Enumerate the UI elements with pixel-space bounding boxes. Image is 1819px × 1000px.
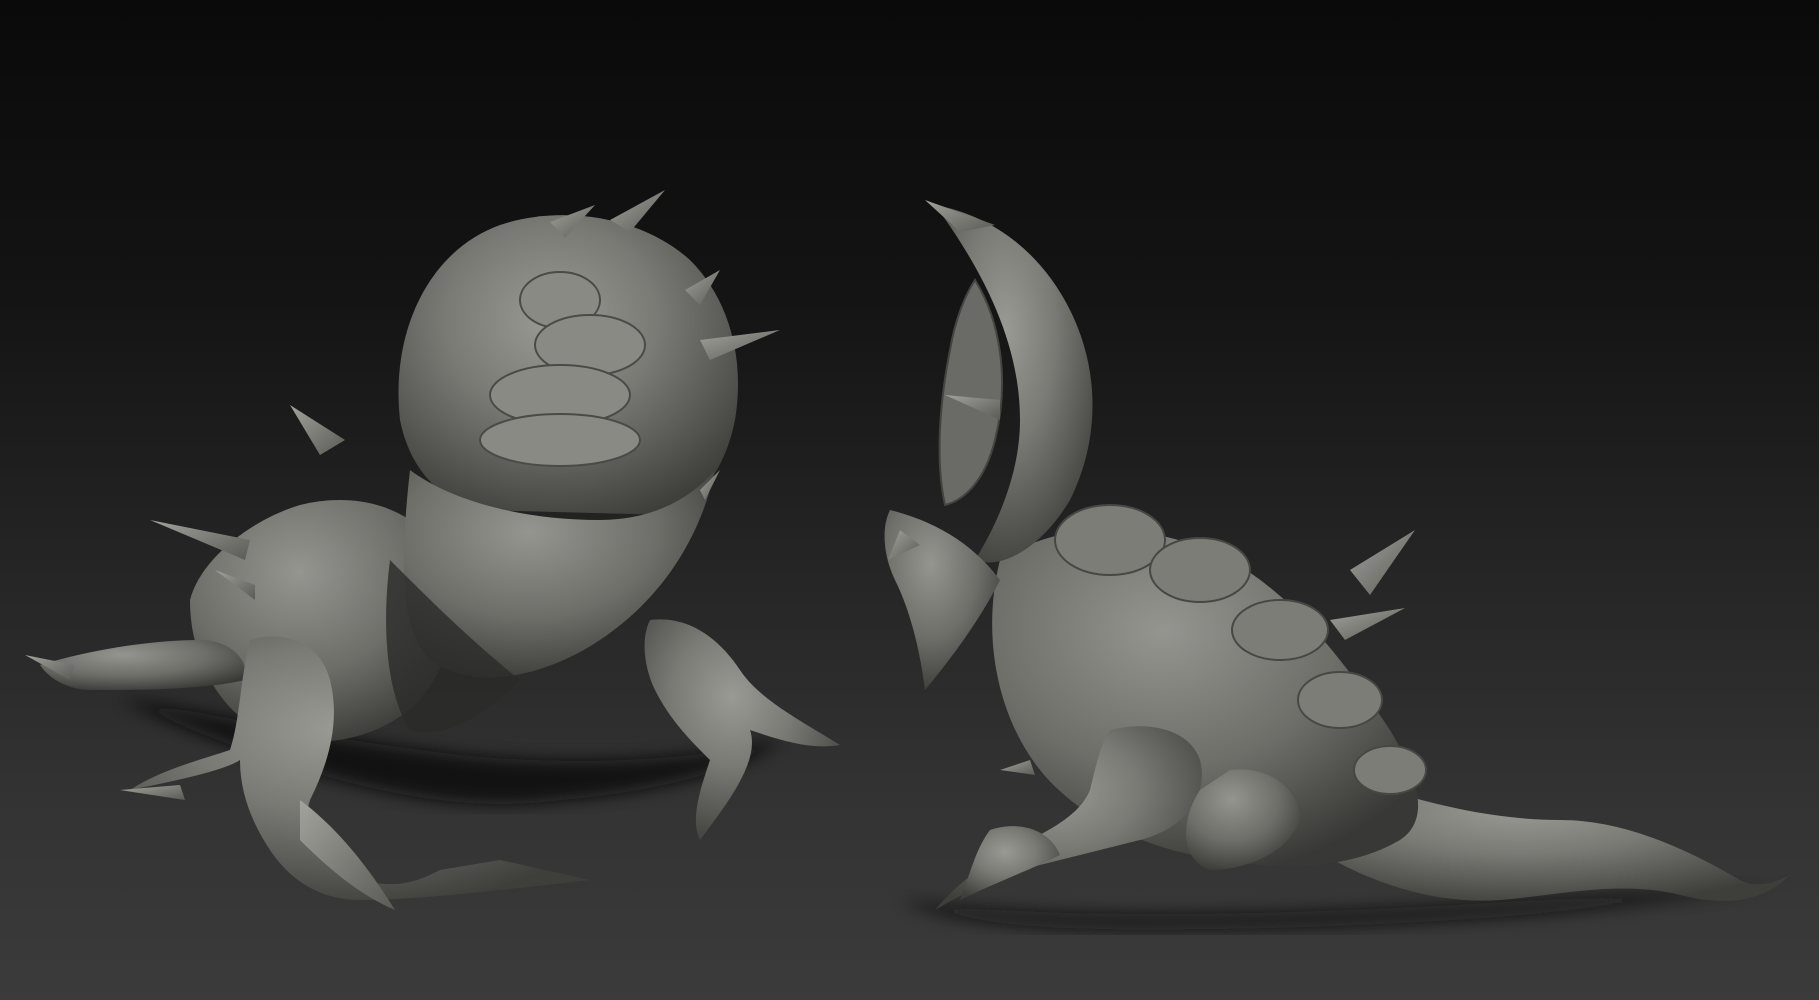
front-view-leg-front-right xyxy=(644,619,840,840)
sculpt-render xyxy=(25,190,1790,930)
creature-side-view xyxy=(884,200,1790,930)
side-view-head-inner xyxy=(938,278,1003,507)
sculpt-viewport xyxy=(0,0,1819,1000)
creature-front-view xyxy=(25,190,840,910)
